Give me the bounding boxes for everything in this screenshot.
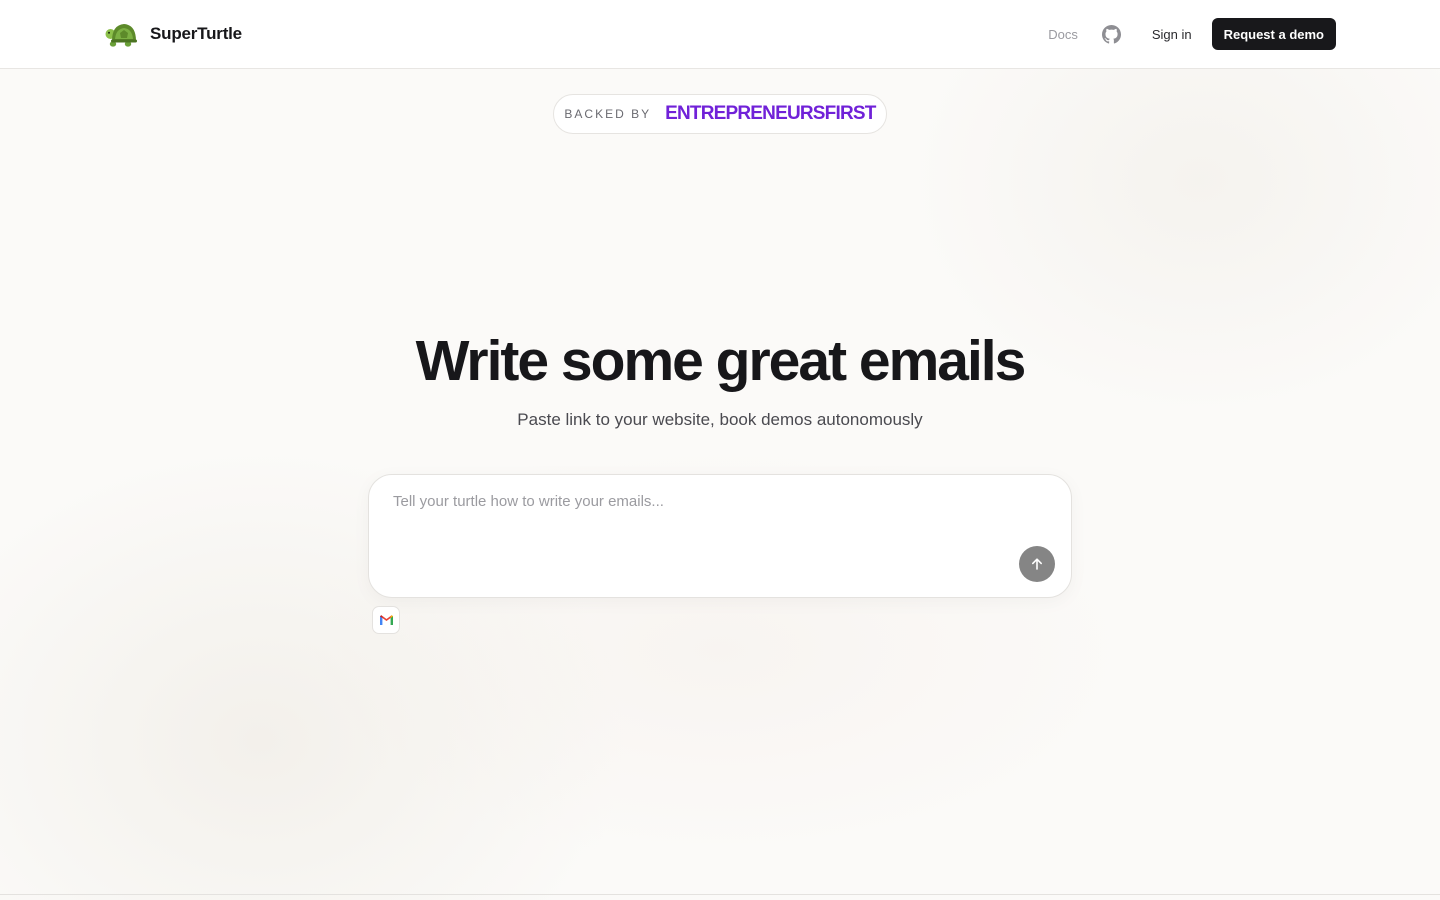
header-nav: Docs Sign in Request a demo	[1048, 18, 1336, 50]
hero-subtitle: Paste link to your website, book demos a…	[517, 410, 923, 429]
request-demo-button[interactable]: Request a demo	[1211, 18, 1336, 50]
entrepreneurs-first-logo: ENTREPRENEURSFIRST	[665, 103, 876, 124]
docs-link[interactable]: Docs	[1048, 27, 1078, 42]
backed-by-badge: BACKED BY ENTREPRENEURSFIRST	[553, 94, 887, 134]
github-icon[interactable]	[1102, 24, 1122, 44]
turtle-icon	[105, 24, 137, 47]
footer-divider	[0, 894, 1440, 895]
gmail-icon	[379, 615, 393, 625]
gmail-integration-button[interactable]	[372, 606, 400, 634]
sign-in-link[interactable]: Sign in	[1152, 27, 1192, 42]
brand-home-link[interactable]: SuperTurtle	[104, 16, 242, 52]
brand-name: SuperTurtle	[150, 24, 242, 43]
send-button[interactable]	[1019, 546, 1055, 582]
arrow-up-icon	[1032, 558, 1042, 570]
top-nav-bar: SuperTurtle Docs Sign in Request a demo	[0, 0, 1440, 69]
prompt-input[interactable]	[393, 493, 1013, 573]
hero-title: Write some great emails	[415, 329, 1027, 393]
prompt-box	[368, 474, 1072, 598]
backed-by-label: BACKED BY	[564, 107, 652, 121]
